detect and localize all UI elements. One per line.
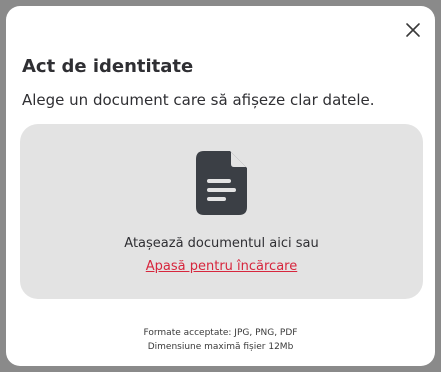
accepted-formats-text: Formate acceptate: JPG, PNG, PDF (143, 328, 298, 338)
upload-link[interactable]: Apasă pentru încărcare (20, 259, 423, 274)
modal-subtitle: Alege un document care să afișeze clar d… (22, 91, 375, 109)
file-dropzone[interactable]: Atașează documentul aici sau Apasă pentr… (20, 124, 423, 299)
upload-link-label[interactable]: Apasă pentru încărcare (146, 259, 297, 274)
close-icon[interactable] (405, 22, 421, 38)
dropzone-instruction: Atașează documentul aici sau (124, 236, 319, 251)
upload-modal: Act de identitate Alege un document care… (6, 6, 435, 366)
max-file-size-text: Dimensiune maximă fișier 12Mb (147, 342, 294, 352)
document-icon (196, 151, 247, 215)
modal-title: Act de identitate (22, 56, 194, 77)
